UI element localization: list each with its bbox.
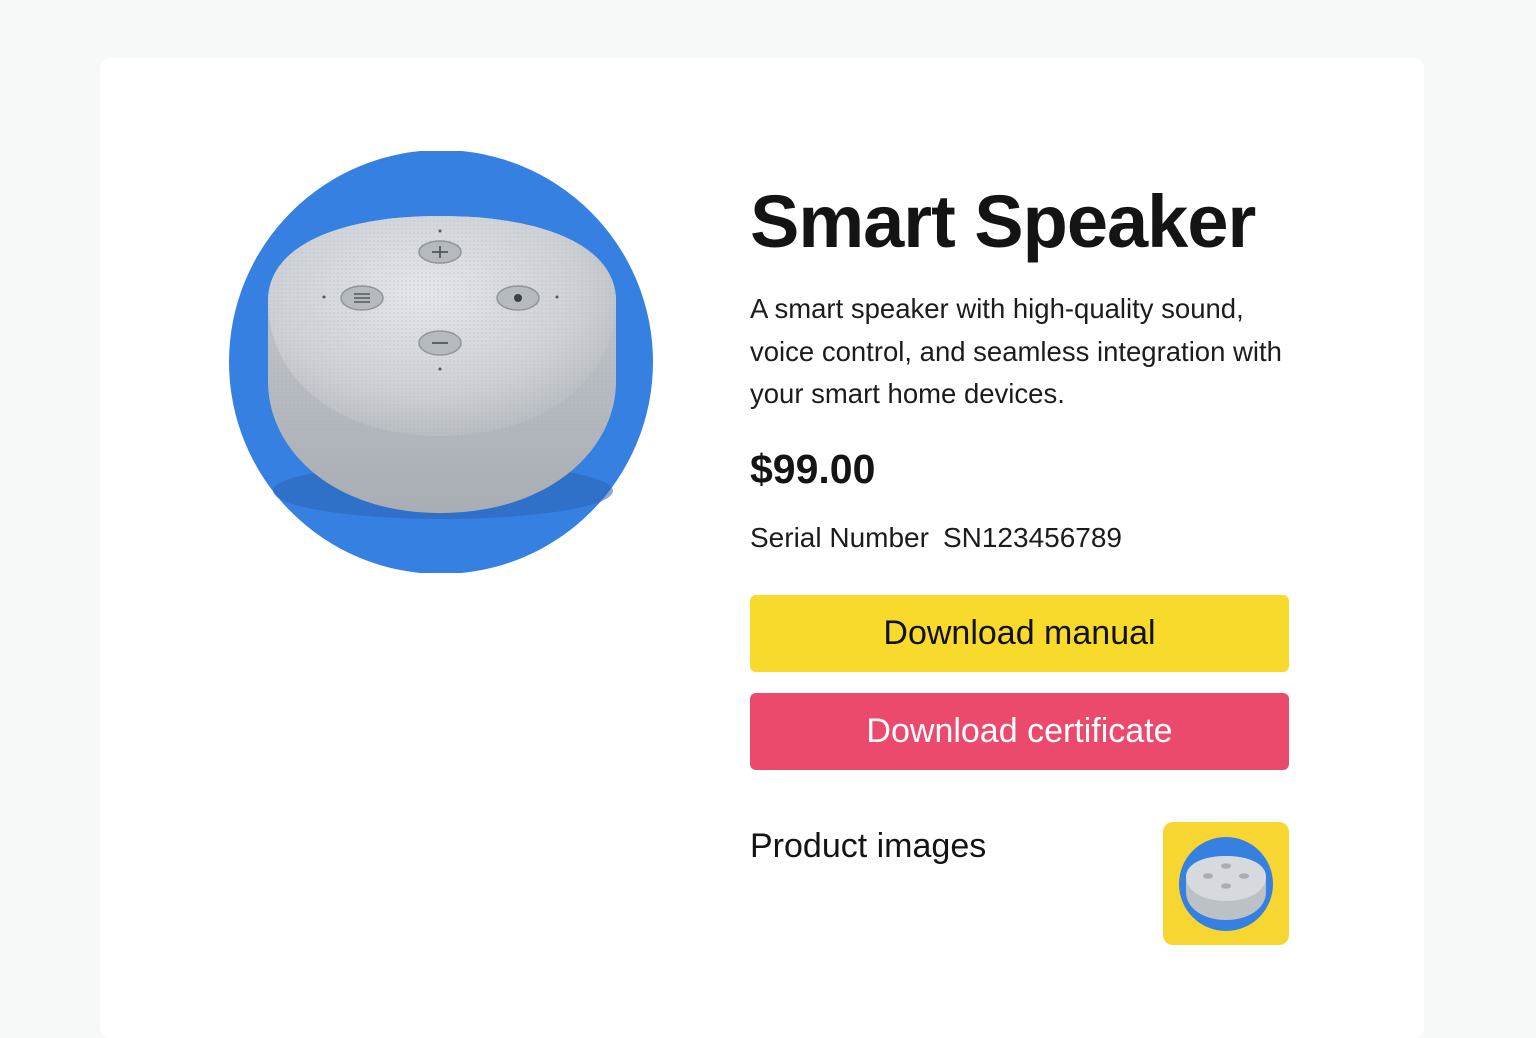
product-title: Smart Speaker: [750, 180, 1256, 263]
smart-speaker-illustration: [229, 151, 653, 573]
speaker-volume-up-button: [418, 240, 462, 264]
product-images-label: Product images: [750, 827, 987, 865]
serial-number: Serial Number SN123456789: [750, 518, 1122, 558]
product-price: $99.00: [750, 446, 876, 492]
smart-speaker-thumbnail-icon: [1179, 837, 1273, 931]
serial-number-label: Serial Number: [750, 522, 929, 553]
product-info: Smart Speaker A smart speaker with high-…: [750, 180, 1290, 553]
serial-number-value: SN123456789: [942, 522, 1122, 553]
download-certificate-button[interactable]: Download certificate: [750, 693, 1289, 770]
speaker-volume-down-button: [418, 330, 462, 356]
product-description: A smart speaker with high-quality sound,…: [750, 293, 1282, 409]
speaker-mic-button: [496, 285, 540, 311]
product-hero-image: [228, 151, 655, 573]
product-image-thumbnail[interactable]: [1163, 822, 1289, 945]
download-manual-button[interactable]: Download manual: [750, 595, 1289, 672]
speaker-action-button: [340, 285, 384, 311]
